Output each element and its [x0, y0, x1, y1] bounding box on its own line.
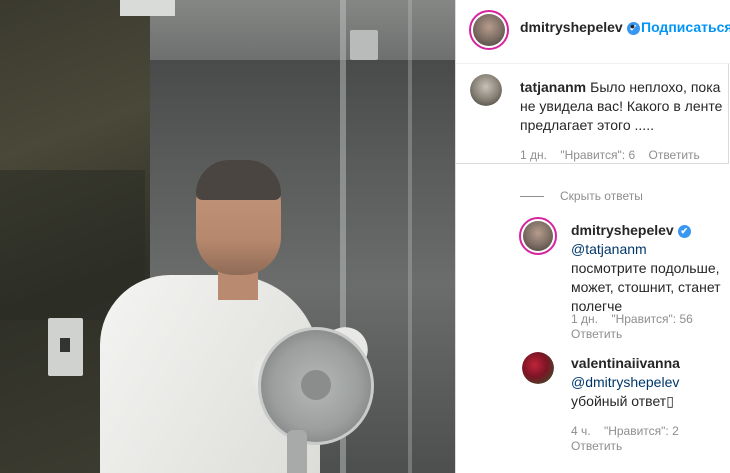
- reply-likes[interactable]: "Нравится": 2: [604, 424, 679, 438]
- hand-shower-handle: [287, 430, 307, 473]
- rain-shower-head: [120, 0, 175, 16]
- post-header: dmitryshepelev ✔ • Подписаться: [456, 0, 730, 64]
- reply-avatar-image: [522, 352, 554, 384]
- comment-username[interactable]: tatjananm: [520, 79, 586, 95]
- author-username-text[interactable]: dmitryshepelev: [520, 19, 623, 35]
- reply-body: valentinaiivanna @dmitryshepelev убойный…: [571, 354, 726, 411]
- comment-reply-button[interactable]: Ответить: [648, 148, 699, 162]
- reply-time[interactable]: 4 ч.: [571, 424, 591, 438]
- verified-badge-icon: ✔: [677, 225, 691, 238]
- post-photo[interactable]: [0, 0, 455, 473]
- comments-list[interactable]: tatjananm Было неплохо, пока не увидела в…: [456, 64, 730, 473]
- reply-avatar-image: [523, 221, 553, 251]
- reply-likes[interactable]: "Нравится": 56: [611, 312, 693, 326]
- comment-body: tatjananm Было неплохо, пока не увидела в…: [520, 78, 725, 135]
- reply-username-text[interactable]: dmitryshepelev: [571, 222, 674, 238]
- comment-avatar[interactable]: [470, 74, 502, 106]
- hide-replies-line: [520, 196, 544, 198]
- comment-meta: 1 дн. "Нравится": 6 Ответить: [520, 148, 700, 162]
- hide-replies-button[interactable]: Скрыть ответы: [520, 189, 643, 203]
- person-hair: [196, 160, 281, 200]
- reply-avatar[interactable]: [519, 217, 557, 255]
- post-side-panel: dmitryshepelev ✔ • Подписаться tatjananm Б…: [455, 0, 730, 473]
- reply-mention[interactable]: @tatjananm: [571, 241, 647, 257]
- header-separator: •: [630, 18, 635, 34]
- reply-username[interactable]: dmitryshepelev ✔: [571, 222, 691, 238]
- reply-reply-button[interactable]: Ответить: [571, 439, 622, 453]
- author-username[interactable]: dmitryshepelev ✔: [520, 19, 640, 35]
- shower-control-panel: [48, 318, 83, 376]
- reply-avatar[interactable]: [522, 352, 554, 384]
- follow-button[interactable]: Подписаться: [641, 19, 730, 35]
- comment-avatar-image: [470, 74, 502, 106]
- glass-panel-edge-2: [408, 0, 412, 473]
- reply-body: dmitryshepelev ✔ @tatjananm посмотрите по…: [571, 221, 726, 316]
- reply-text: убойный ответ▯: [571, 393, 674, 409]
- comment-time[interactable]: 1 дн.: [520, 148, 547, 162]
- reply-mention[interactable]: @dmitryshepelev: [571, 374, 679, 390]
- hide-replies-label: Скрыть ответы: [560, 189, 643, 203]
- reply-reply-button[interactable]: Ответить: [571, 327, 622, 341]
- glass-hinge: [350, 30, 378, 60]
- reply-time[interactable]: 1 дн.: [571, 312, 598, 326]
- author-avatar-image: [473, 14, 505, 46]
- hand-shower-head: [258, 327, 374, 445]
- reply-meta: 1 дн. "Нравится": 56 Ответить: [571, 312, 726, 342]
- author-avatar[interactable]: [469, 10, 509, 50]
- reply-text: посмотрите подольше, может, стошнит, ста…: [571, 260, 721, 314]
- reply-username[interactable]: valentinaiivanna: [571, 355, 680, 371]
- reply-meta: 4 ч. "Нравится": 2 Ответить: [571, 424, 726, 454]
- comment-likes[interactable]: "Нравится": 6: [560, 148, 635, 162]
